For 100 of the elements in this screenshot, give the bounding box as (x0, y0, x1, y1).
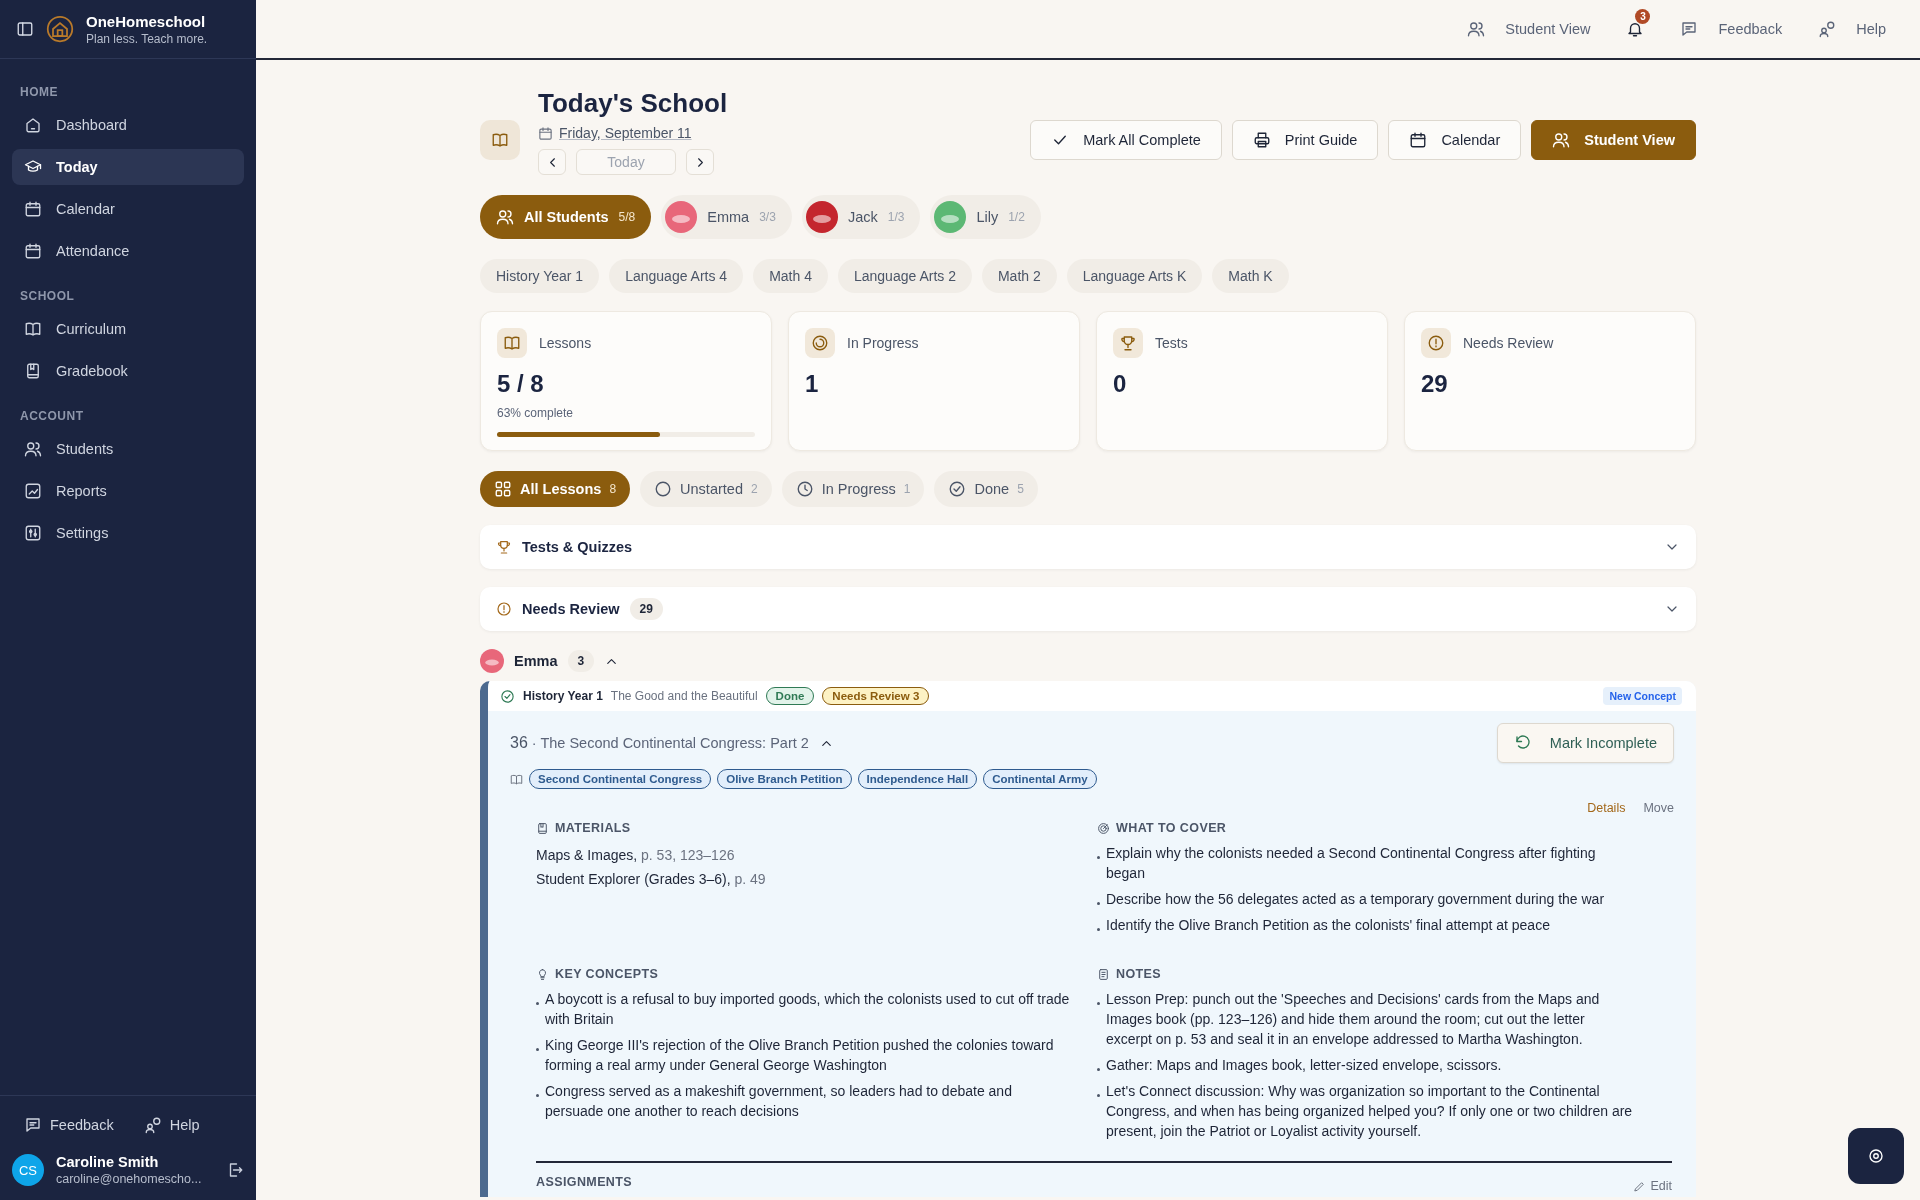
bullet-icon (1097, 856, 1100, 859)
lesson-link[interactable]: Move (1643, 801, 1674, 815)
nav-item[interactable]: Settings (12, 515, 244, 551)
nav-item[interactable]: Students (12, 431, 244, 467)
student-tab[interactable]: Lily 1/2 (930, 195, 1041, 239)
previous-day-button[interactable] (538, 149, 566, 175)
count-badge: 29 (629, 598, 663, 620)
nav-section-heading: HOME (19, 84, 59, 101)
notification-icon[interactable] (1626, 20, 1645, 38)
floating-action-button[interactable] (1848, 1128, 1904, 1184)
user-name: Caroline Smith (56, 1154, 160, 1170)
list-item: Congress served as a makeshift government, so leaders had to debate and persuade one another to reach decisions (545, 1082, 1013, 1121)
subject-chip[interactable]: Math 2 (981, 259, 1057, 293)
collapsible-panel[interactable]: Needs Review 29 (480, 587, 1696, 631)
bullet-icon (536, 1094, 539, 1097)
footer-link[interactable]: Help (143, 1116, 200, 1134)
brand-name: OneHomeschool (86, 12, 207, 30)
book-icon (510, 772, 523, 786)
book-icon (24, 320, 42, 338)
calendar-icon (24, 200, 42, 218)
lesson-link[interactable]: Details (1587, 801, 1626, 815)
target-icon (1867, 1147, 1885, 1165)
subject-chip[interactable]: History Year 1 (480, 259, 600, 293)
nav-item[interactable]: Dashboard (12, 107, 244, 143)
list-item: Gather: Maps and Images book, letter-sized envelope, scissors. (1106, 1056, 1502, 1075)
calendar-icon (24, 242, 42, 260)
home-icon (24, 116, 42, 134)
target-icon (1097, 821, 1110, 835)
check-circle-icon (948, 480, 967, 498)
stat-caption: 63% complete (497, 406, 575, 420)
topic-tag: Continental Army (983, 769, 1097, 789)
bullet-icon (1097, 1002, 1100, 1005)
top-link[interactable]: Feedback (1680, 20, 1783, 38)
nav-item[interactable]: Reports (12, 473, 244, 509)
action-button[interactable]: Mark All Complete (1030, 120, 1222, 160)
subject-chip[interactable]: Language Arts K (1066, 259, 1203, 293)
action-button[interactable]: Print Guide (1231, 120, 1379, 160)
help-icon (1818, 20, 1837, 38)
student-tab[interactable]: Jack 1/3 (801, 195, 921, 239)
nav-section-heading: ACCOUNT (19, 408, 85, 425)
list-item: A boycott is a refusal to buy imported goods, which the colonists used to cut off trade with Britain (545, 990, 1071, 1029)
calendar-icon (538, 125, 553, 141)
users-icon (1552, 131, 1571, 149)
subject-chip[interactable]: Language Arts 4 (609, 259, 744, 293)
bullet-icon (1097, 1068, 1100, 1071)
nav-section-heading: SCHOOL (19, 288, 76, 305)
section-heading: ASSIGNMENTS (536, 1175, 633, 1189)
student-tab[interactable]: Emma 3/3 (661, 195, 792, 239)
bullet-icon (1097, 902, 1100, 905)
lightbulb-icon (536, 967, 549, 981)
subject-chip[interactable]: Language Arts 2 (837, 259, 972, 293)
stat-value: 0 (1113, 370, 1128, 398)
stat-label: Tests (1155, 335, 1188, 351)
edit-link[interactable]: Edit (1633, 1179, 1672, 1193)
nav-item[interactable]: Attendance (12, 233, 244, 269)
alert-icon (496, 601, 512, 617)
top-link[interactable]: Student View (1467, 20, 1591, 38)
lesson-curriculum: The Good and the Beautiful (610, 689, 758, 703)
panel-title: Needs Review (522, 601, 620, 617)
grid-icon (494, 480, 512, 498)
list-item: Explain why the colonists needed a Second Continental Congress after fighting began (1106, 844, 1597, 883)
filter-tab[interactable]: Unstarted 2 (640, 471, 772, 507)
footer-link[interactable]: Feedback (24, 1116, 114, 1134)
filter-tab[interactable]: All Lessons 8 (480, 471, 631, 507)
mark-incomplete-button[interactable]: Mark Incomplete (1496, 723, 1674, 763)
material-item: Student Explorer (Grades 3–6), p. 49 (536, 870, 767, 889)
top-link[interactable]: Help (1818, 20, 1886, 38)
section-heading: MATERIALS (555, 821, 631, 835)
subject-chip[interactable]: Math K (1212, 259, 1289, 293)
book-icon (497, 328, 527, 358)
filter-tab[interactable]: In Progress 1 (781, 471, 925, 507)
nav-item[interactable]: Calendar (12, 191, 244, 227)
action-button[interactable]: Student View (1531, 120, 1696, 160)
section-heading: KEY CONCEPTS (555, 967, 659, 981)
gradebook-icon (24, 362, 42, 380)
nav-item[interactable]: Curriculum (12, 311, 244, 347)
list-item: Let's Connect discussion: Why was organization so important to the Continental Congress, and when has being organized helped you? If only one or two children are present, join the Patriot or Loyalist activity yourself. (1106, 1082, 1634, 1141)
lesson-subject: History Year 1 (523, 689, 603, 703)
date-link[interactable]: Friday, September 11 (559, 125, 692, 141)
stat-label: In Progress (847, 335, 919, 351)
status-badge: Done (765, 687, 815, 705)
lesson-type-tag: New Concept (1603, 687, 1682, 705)
bullet-icon (1097, 928, 1100, 931)
nav-item[interactable]: Gradebook (12, 353, 244, 389)
list-item: Lesson Prep: punch out the 'Speeches and Decisions' cards from the Maps and Images book (pp. 123–126) and hide them around the room; cut out the letter excerpt on p. 53 and seal it in an envelope addressed to Martha Washington. (1106, 990, 1601, 1049)
trophy-icon (1113, 328, 1143, 358)
nav-item[interactable]: Today (12, 149, 244, 185)
filter-tab[interactable]: Done 5 (934, 471, 1038, 507)
bullet-icon (536, 1002, 539, 1005)
subject-chip[interactable]: Math 4 (753, 259, 828, 293)
collapsible-panel[interactable]: Tests & Quizzes (480, 525, 1696, 569)
clock-icon (795, 480, 814, 498)
users-icon (24, 440, 42, 458)
student-tab[interactable]: All Students 5/8 (480, 195, 652, 239)
brand-tagline: Plan less. Teach more. (86, 31, 208, 46)
action-button[interactable]: Calendar (1388, 120, 1522, 160)
section-heading: WHAT TO COVER (1116, 821, 1227, 835)
message-icon (24, 1116, 42, 1134)
sidebar-toggle-icon[interactable] (16, 20, 34, 38)
next-day-button[interactable] (686, 149, 714, 175)
